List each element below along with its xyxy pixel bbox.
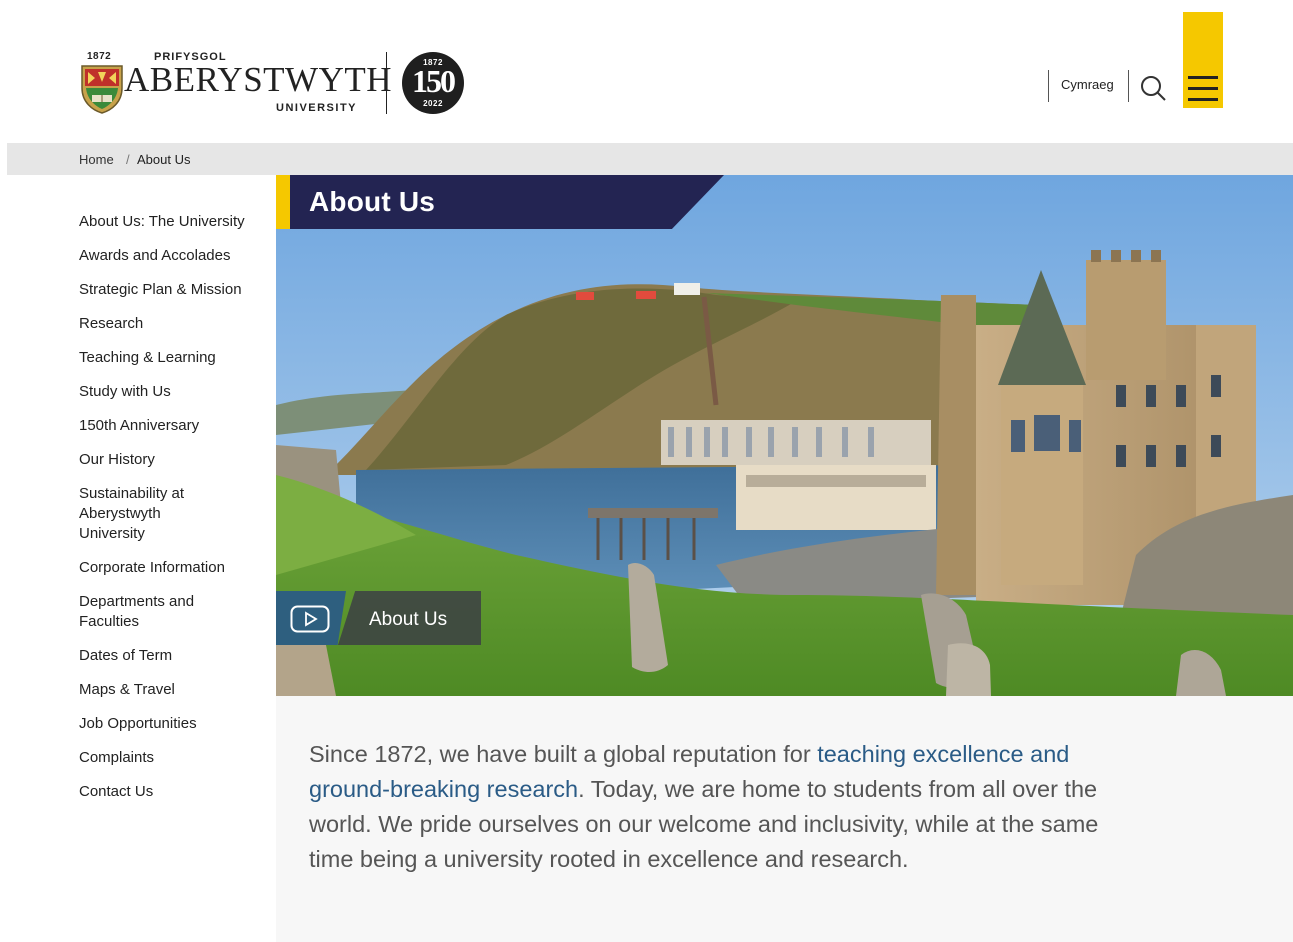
- intro-text-before: Since 1872, we have built a global reput…: [309, 741, 818, 767]
- university-logo[interactable]: 1872 PRIFYSGOL ABERYSTWYTH UNIVERSITY 18…: [78, 48, 478, 120]
- search-button[interactable]: [1138, 73, 1168, 103]
- breadcrumb: Home / About Us: [7, 143, 1293, 175]
- sidebar-item-strategic-plan[interactable]: Strategic Plan & Mission: [79, 280, 259, 300]
- language-toggle-link[interactable]: Cymraeg: [1061, 77, 1114, 92]
- sidebar-item-contact[interactable]: Contact Us: [79, 782, 259, 802]
- badge-number: 150: [412, 63, 456, 99]
- sidebar-item-awards[interactable]: Awards and Accolades: [79, 246, 259, 266]
- logo-year: 1872: [87, 51, 112, 62]
- badge-bottom-year: 2022: [423, 99, 443, 108]
- breadcrumb-current: About Us: [137, 152, 191, 167]
- anniversary-badge: 1872 150 2022: [402, 52, 464, 114]
- breadcrumb-home-link[interactable]: Home: [79, 152, 114, 167]
- title-accent-bar: [276, 175, 290, 229]
- sidebar-nav: About Us: The University Awards and Acco…: [79, 212, 259, 816]
- menu-button[interactable]: [1183, 12, 1223, 108]
- sidebar-item-corporate[interactable]: Corporate Information: [79, 558, 259, 578]
- sidebar-item-150th[interactable]: 150th Anniversary: [79, 416, 259, 436]
- breadcrumb-separator: /: [126, 152, 130, 167]
- utility-divider: [1048, 70, 1049, 102]
- page-title: About Us: [309, 186, 436, 217]
- sidebar-item-jobs[interactable]: Job Opportunities: [79, 714, 259, 734]
- sidebar-item-maps[interactable]: Maps & Travel: [79, 680, 259, 700]
- video-label: About Us: [369, 609, 448, 630]
- crest-icon: [81, 65, 123, 114]
- sidebar-item-teaching[interactable]: Teaching & Learning: [79, 348, 259, 368]
- sidebar-item-history[interactable]: Our History: [79, 450, 259, 470]
- sidebar-item-about-us-the-university[interactable]: About Us: The University: [79, 212, 259, 232]
- sidebar-item-research[interactable]: Research: [79, 314, 259, 334]
- search-icon: [1141, 76, 1166, 101]
- sidebar-item-departments[interactable]: Departments and Faculties: [79, 592, 219, 632]
- sidebar-item-dates-of-term[interactable]: Dates of Term: [79, 646, 259, 666]
- site-header: 1872 PRIFYSGOL ABERYSTWYTH UNIVERSITY 18…: [0, 0, 1293, 143]
- sidebar-item-sustainability[interactable]: Sustainability at Aberystwyth University: [79, 484, 209, 544]
- logo-wordmark: ABERYSTWYTH: [124, 60, 392, 99]
- sidebar-item-study[interactable]: Study with Us: [79, 382, 259, 402]
- logo-university: UNIVERSITY: [276, 102, 358, 114]
- utility-divider: [1128, 70, 1129, 102]
- intro-paragraph: Since 1872, we have built a global reput…: [309, 737, 1129, 877]
- logo-divider: [386, 52, 387, 114]
- sidebar-item-complaints[interactable]: Complaints: [79, 748, 259, 768]
- play-icon: [290, 605, 330, 633]
- video-play-button[interactable]: About Us: [276, 591, 481, 645]
